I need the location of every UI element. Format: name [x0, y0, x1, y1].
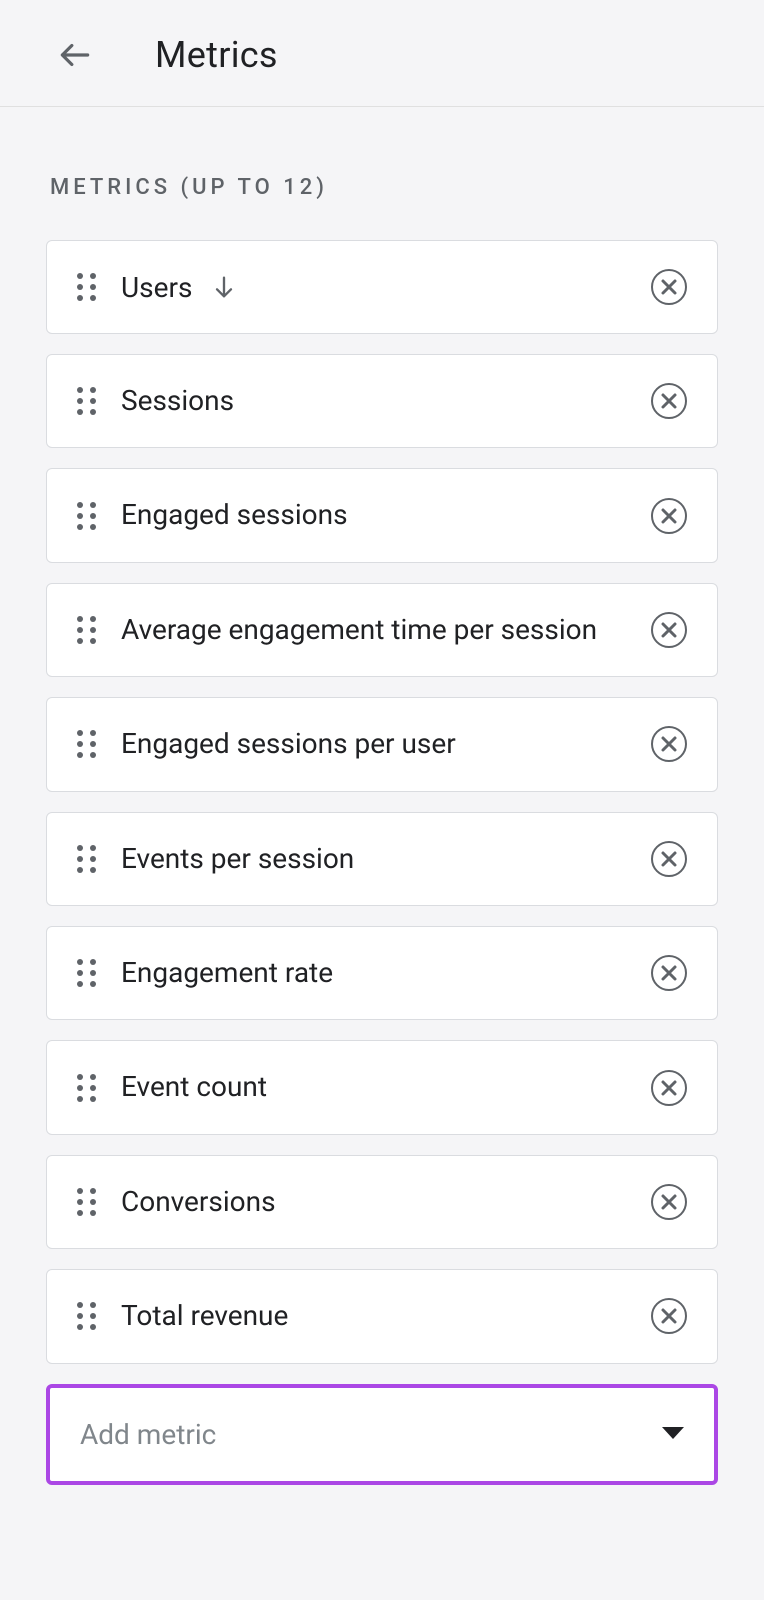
metric-card[interactable]: Events per session — [46, 812, 718, 906]
drag-handle-icon[interactable] — [77, 845, 97, 873]
close-icon — [660, 1079, 678, 1097]
drag-handle-icon[interactable] — [77, 387, 97, 415]
remove-metric-button[interactable] — [651, 383, 687, 419]
metric-label: Total revenue — [121, 1298, 639, 1334]
remove-metric-button[interactable] — [651, 726, 687, 762]
drag-handle-icon[interactable] — [77, 616, 97, 644]
drag-handle-icon[interactable] — [77, 502, 97, 530]
page-title: Metrics — [155, 34, 278, 76]
metric-label: Users — [121, 271, 192, 304]
close-icon — [660, 735, 678, 753]
metric-card[interactable]: Average engagement time per session — [46, 583, 718, 677]
close-icon — [660, 964, 678, 982]
remove-metric-button[interactable] — [651, 1070, 687, 1106]
metric-label: Sessions — [121, 383, 639, 419]
close-icon — [660, 278, 678, 296]
metric-label: Engaged sessions — [121, 497, 639, 533]
add-metric-label: Add metric — [80, 1418, 662, 1451]
drag-handle-icon[interactable] — [77, 730, 97, 758]
metric-label: Event count — [121, 1069, 639, 1105]
remove-metric-button[interactable] — [651, 612, 687, 648]
add-metric-button[interactable]: Add metric — [46, 1384, 718, 1485]
metric-card[interactable]: Sessions — [46, 354, 718, 448]
remove-metric-button[interactable] — [651, 1184, 687, 1220]
arrow-left-icon — [56, 36, 94, 74]
header: Metrics — [0, 0, 764, 107]
metric-label: Average engagement time per session — [121, 612, 639, 648]
metric-label: Conversions — [121, 1184, 639, 1220]
remove-metric-button[interactable] — [651, 841, 687, 877]
remove-metric-button[interactable] — [651, 498, 687, 534]
metric-card[interactable]: Conversions — [46, 1155, 718, 1249]
remove-metric-button[interactable] — [651, 269, 687, 305]
close-icon — [660, 621, 678, 639]
metric-card[interactable]: Event count — [46, 1040, 718, 1134]
drag-handle-icon[interactable] — [77, 273, 97, 301]
drag-handle-icon[interactable] — [77, 959, 97, 987]
metric-label: Events per session — [121, 841, 639, 877]
metric-label: Engagement rate — [121, 955, 639, 991]
section-label: METRICS (UP TO 12) — [50, 175, 718, 200]
sort-descending-icon[interactable] — [210, 273, 238, 301]
drag-handle-icon[interactable] — [77, 1188, 97, 1216]
metric-card[interactable]: Users — [46, 240, 718, 334]
drag-handle-icon[interactable] — [77, 1074, 97, 1102]
close-icon — [660, 507, 678, 525]
metrics-list: Users Sessions Engaged sessions Average eng… — [46, 240, 718, 1364]
metric-card[interactable]: Engaged sessions per user — [46, 697, 718, 791]
close-icon — [660, 392, 678, 410]
content: METRICS (UP TO 12) Users Sessions Engaged … — [0, 107, 764, 1485]
drag-handle-icon[interactable] — [77, 1302, 97, 1330]
remove-metric-button[interactable] — [651, 955, 687, 991]
back-arrow-button[interactable] — [55, 35, 95, 75]
remove-metric-button[interactable] — [651, 1298, 687, 1334]
metric-card[interactable]: Engagement rate — [46, 926, 718, 1020]
close-icon — [660, 1193, 678, 1211]
metric-card[interactable]: Engaged sessions — [46, 468, 718, 562]
metric-card[interactable]: Total revenue — [46, 1269, 718, 1363]
dropdown-caret-icon — [662, 1427, 684, 1441]
close-icon — [660, 850, 678, 868]
close-icon — [660, 1307, 678, 1325]
metric-label: Engaged sessions per user — [121, 726, 639, 762]
